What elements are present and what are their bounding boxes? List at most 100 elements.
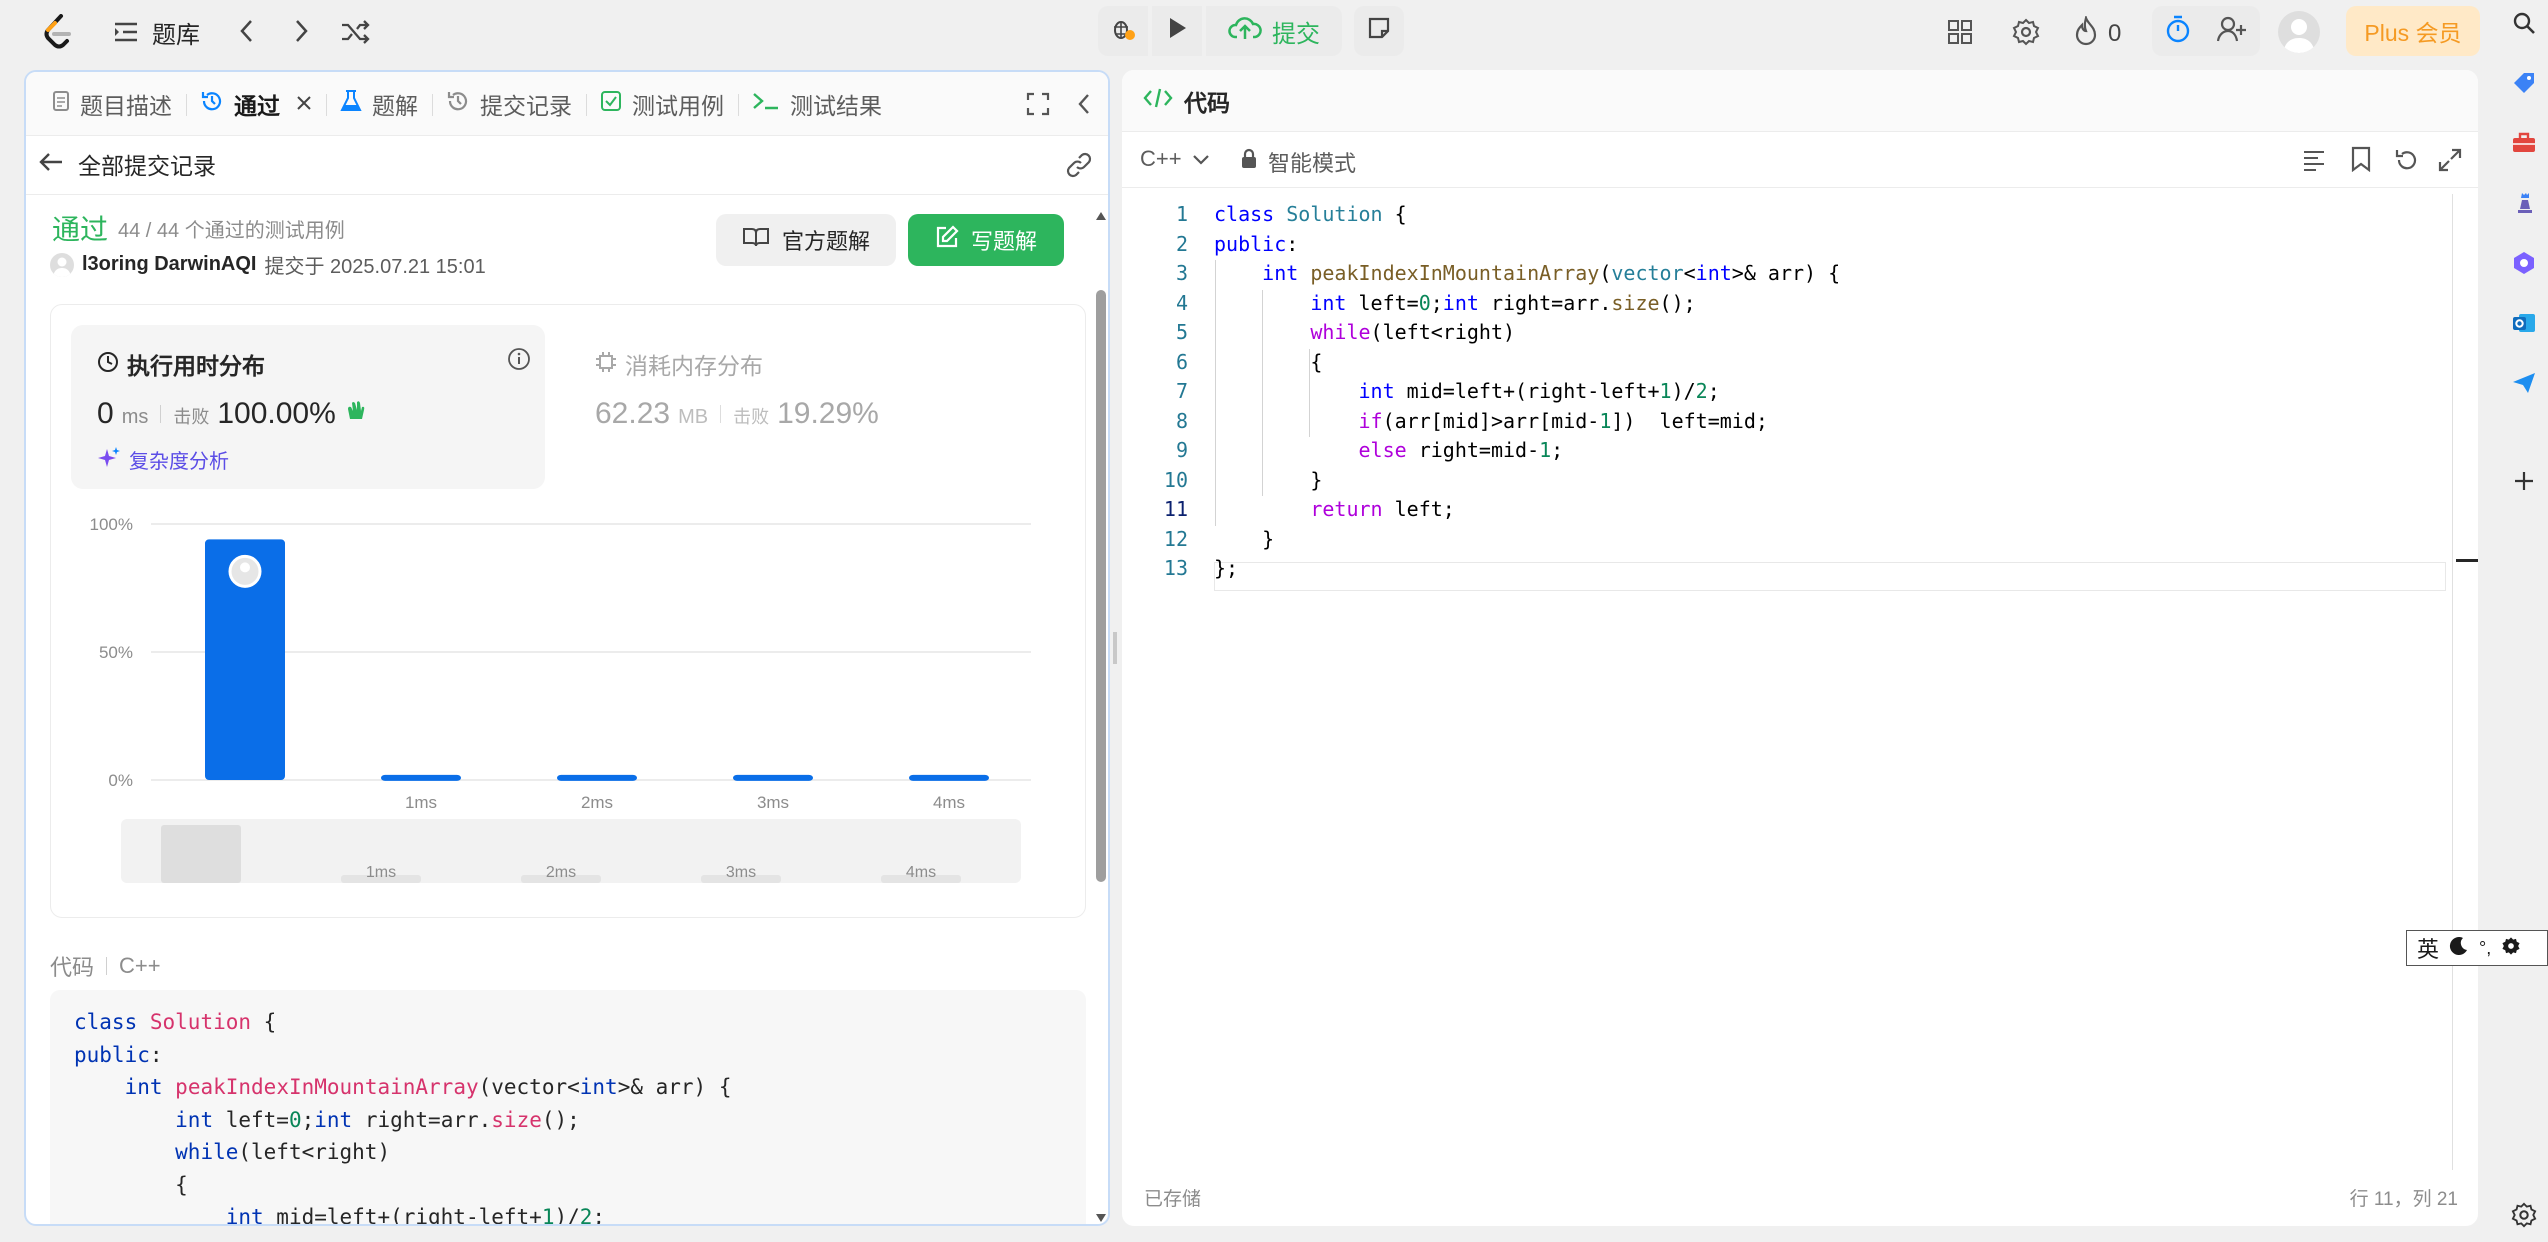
runtime-beat-label: 击败 — [173, 407, 210, 427]
settings-gear-icon[interactable] — [2012, 18, 2040, 46]
cursor-position: 行 11，列 21 — [2349, 1189, 2458, 1210]
arrow-left-icon — [38, 151, 64, 178]
next-problem-icon[interactable] — [292, 18, 310, 44]
editor-title: 代码 — [1184, 89, 1230, 116]
tab-description[interactable]: 题目描述 — [38, 72, 187, 136]
code-label: 代码 — [50, 955, 95, 980]
streak-count: 0 — [2108, 19, 2122, 47]
back-row[interactable]: 全部提交记录 — [38, 142, 216, 186]
tab-submissions[interactable]: 提交记录 — [432, 72, 587, 136]
sidebar-settings-icon[interactable] — [2500, 1202, 2548, 1228]
submit-button[interactable]: 提交 — [1206, 6, 1342, 56]
problem-list-button[interactable]: 题库 — [112, 14, 200, 50]
complexity-analysis-link[interactable]: 复杂度分析 — [97, 445, 229, 474]
bar-avatar — [228, 554, 262, 588]
testcase-count: 44 / 44 个通过的测试用例 — [118, 220, 345, 242]
fullscreen-icon[interactable] — [1026, 92, 1050, 121]
editor-vertical-scrollbar[interactable] — [2452, 194, 2453, 1170]
tab-label: 测试结果 — [790, 92, 882, 119]
mini-bar — [341, 875, 421, 883]
punctuation-icon[interactable]: °, — [2479, 938, 2491, 959]
mini-tick-label: 2ms — [546, 864, 576, 881]
flask-icon — [340, 89, 362, 119]
reset-icon[interactable] — [2394, 148, 2418, 177]
search-icon[interactable] — [2500, 10, 2548, 36]
language-value: C++ — [1140, 146, 1182, 171]
moon-icon[interactable] — [2449, 936, 2469, 961]
run-button[interactable] — [1152, 6, 1202, 56]
official-solution-label: 官方题解 — [781, 229, 870, 254]
add-icon[interactable] — [2500, 470, 2548, 492]
edit-icon — [935, 225, 959, 255]
memory-beat-label: 击败 — [733, 407, 770, 427]
tab-solutions[interactable]: 题解 — [326, 72, 433, 136]
copilot-icon[interactable] — [2500, 250, 2548, 276]
tab-label: 测试用例 — [632, 92, 724, 119]
book-icon — [742, 226, 770, 254]
checkbox-icon — [600, 90, 622, 118]
left-scrollbar[interactable] — [1096, 212, 1106, 1222]
leetcode-logo-icon[interactable] — [40, 12, 76, 52]
format-icon[interactable] — [2302, 148, 2326, 177]
stopwatch-icon[interactable] — [2165, 14, 2191, 49]
toolbox-icon[interactable] — [2500, 130, 2548, 156]
prev-problem-icon[interactable] — [238, 18, 256, 44]
code-lang: C++ — [119, 953, 161, 978]
tab-accepted[interactable]: 通过 — [186, 72, 327, 136]
expand-icon[interactable] — [2438, 148, 2462, 177]
tab-label: 通过 — [234, 92, 280, 119]
runtime-box[interactable]: 执行用时分布 0 ms 击败 100.00% 复杂度分析 — [71, 325, 545, 489]
history-icon — [200, 89, 224, 119]
avatar[interactable] — [50, 252, 74, 277]
outlook-icon[interactable] — [2500, 310, 2548, 336]
runtime-unit: ms — [121, 406, 149, 428]
tag-icon[interactable] — [2500, 70, 2548, 96]
chart-bar — [557, 774, 637, 781]
add-friend-icon[interactable] — [2216, 15, 2247, 48]
write-solution-button[interactable]: 写题解 — [908, 214, 1064, 266]
memory-box[interactable]: 消耗内存分布 62.23 MB 击败 19.29% — [569, 325, 1043, 489]
chess-icon[interactable] — [2500, 190, 2548, 216]
list-icon — [112, 20, 140, 44]
note-button[interactable] — [1354, 6, 1404, 56]
collapse-icon[interactable] — [1076, 92, 1092, 121]
save-status: 已存储 — [1144, 1189, 1202, 1210]
language-select[interactable]: C++ — [1140, 146, 1210, 172]
chevron-down-icon — [1192, 146, 1210, 172]
smart-mode-toggle[interactable]: 智能模式 — [1240, 146, 1356, 178]
shuffle-icon[interactable] — [340, 18, 372, 46]
cloud-upload-icon — [1228, 15, 1262, 48]
mini-tick-label: 4ms — [906, 864, 936, 881]
chart-bar — [909, 774, 989, 781]
cursor-ruler-mark — [2456, 559, 2478, 562]
left-tab-bar: 题目描述 通过 题解 提交记录 测试用例 测试结果 — [26, 72, 1108, 136]
username[interactable]: l3oring DarwinAQI — [82, 253, 256, 276]
user-avatar[interactable] — [2278, 11, 2320, 53]
close-tab-icon[interactable] — [296, 90, 312, 117]
history-icon — [446, 89, 470, 119]
send-icon[interactable] — [2500, 370, 2548, 396]
tab-label: 提交记录 — [480, 92, 572, 119]
info-icon[interactable] — [507, 347, 531, 376]
debug-button[interactable] — [1098, 6, 1148, 56]
bookmark-icon[interactable] — [2350, 146, 2372, 177]
layout-icon[interactable] — [1946, 18, 1974, 46]
submit-time: 提交于 2025.07.21 15:01 — [264, 256, 486, 278]
code-brackets-icon — [1142, 86, 1174, 115]
runtime-beat-value: 100.00% — [217, 397, 336, 430]
memory-value: 62.23 — [595, 397, 671, 430]
streak-counter[interactable]: 0 — [2074, 14, 2122, 51]
smart-mode-label: 智能模式 — [1268, 151, 1357, 176]
stats-card: 执行用时分布 0 ms 击败 100.00% 复杂度分析 消耗内存分布 62.2… — [50, 304, 1086, 918]
plus-member-button[interactable]: Plus 会员 — [2346, 6, 2480, 56]
panel-resize-handle[interactable] — [1113, 632, 1117, 664]
tab-test-result[interactable]: 测试结果 — [738, 72, 896, 136]
link-icon[interactable] — [1064, 150, 1094, 185]
code-editor[interactable]: 1 2 3 4 5 6 7 8 9 10 11 12 13 class Solution { publi… — [1122, 194, 2478, 1174]
bug-icon — [1110, 15, 1136, 47]
mini-tick-label: 3ms — [726, 864, 756, 881]
tab-testcase[interactable]: 测试用例 — [586, 72, 739, 136]
official-solution-button[interactable]: 官方题解 — [716, 214, 896, 266]
chart-bar — [381, 774, 461, 781]
ime-language[interactable]: 英 — [2417, 932, 2439, 964]
